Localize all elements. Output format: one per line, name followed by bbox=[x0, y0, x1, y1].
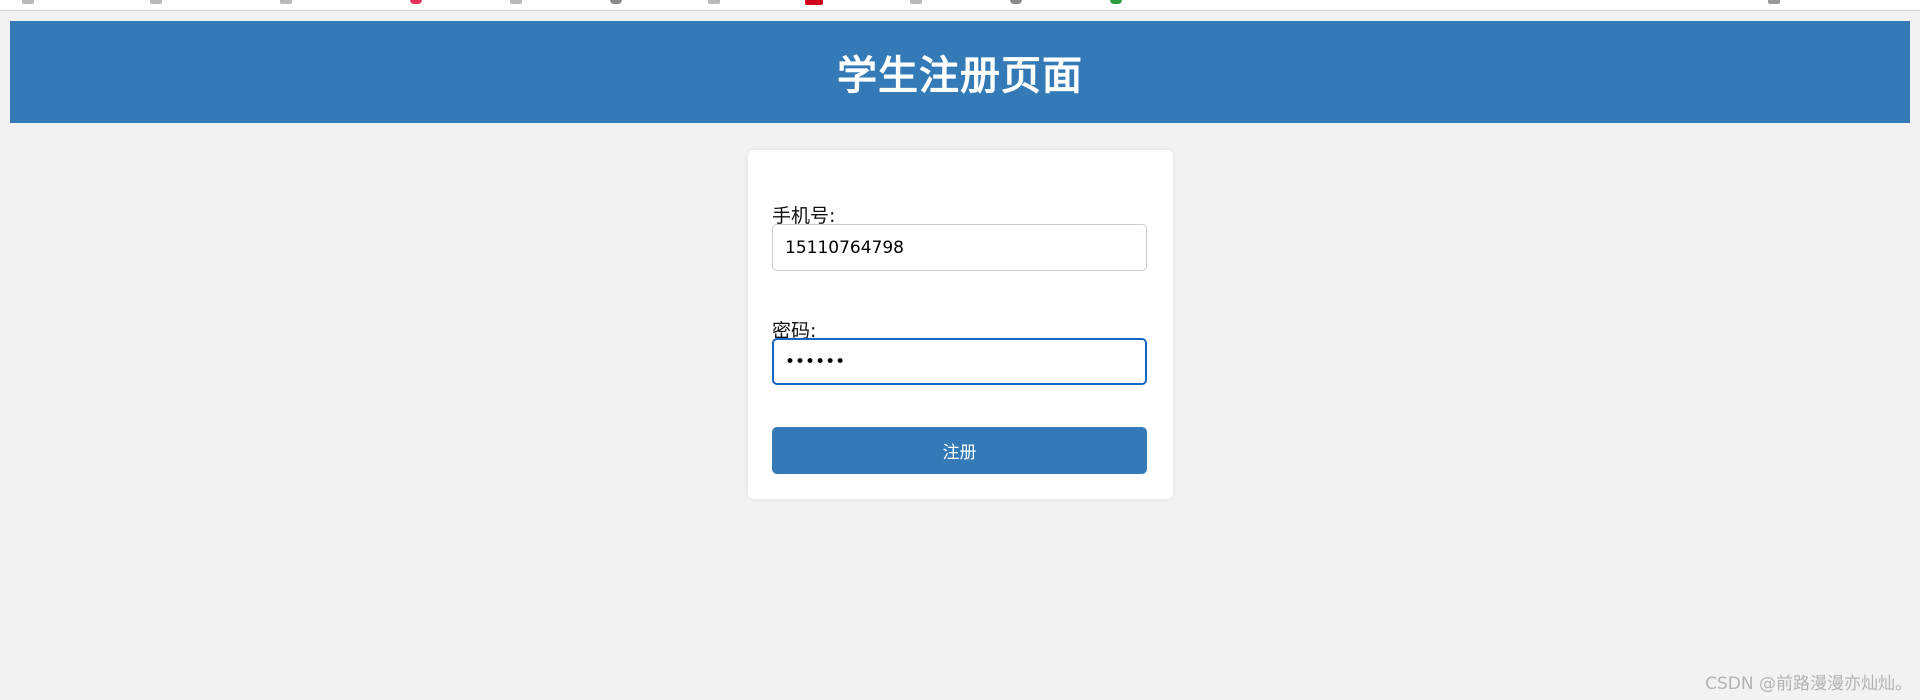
bookmark-stub[interactable] bbox=[708, 0, 720, 4]
bookmark-stub[interactable] bbox=[610, 0, 622, 4]
watermark: CSDN @前路漫漫亦灿灿。 bbox=[1705, 674, 1912, 694]
bookmark-stub[interactable] bbox=[1110, 0, 1122, 4]
bookmark-stub[interactable] bbox=[22, 0, 34, 4]
bookmark-stub[interactable] bbox=[410, 0, 422, 4]
bookmark-stub[interactable] bbox=[150, 0, 162, 4]
phone-input[interactable] bbox=[772, 224, 1147, 271]
browser-bookmarks-bar bbox=[0, 0, 1920, 11]
bookmark-stub[interactable] bbox=[510, 0, 522, 4]
register-form: 手机号: 密码: 注册 bbox=[748, 150, 1173, 499]
bookmark-stub[interactable] bbox=[1768, 0, 1780, 4]
bookmark-stub[interactable] bbox=[280, 0, 292, 4]
bookmark-stub[interactable] bbox=[1010, 0, 1022, 4]
page-header: 学生注册页面 bbox=[10, 21, 1910, 123]
password-input[interactable] bbox=[772, 338, 1147, 385]
register-button[interactable]: 注册 bbox=[772, 427, 1147, 474]
bookmark-stub[interactable] bbox=[805, 0, 823, 5]
page-title: 学生注册页面 bbox=[837, 53, 1083, 99]
bookmark-stub[interactable] bbox=[910, 0, 922, 4]
